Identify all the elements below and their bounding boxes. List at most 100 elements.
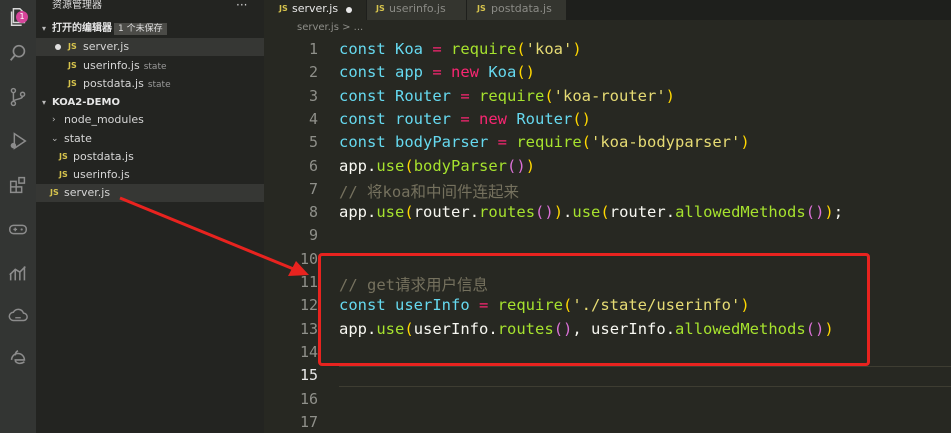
code-token: . (367, 156, 377, 175)
code-token: ) (824, 203, 834, 222)
js-file-icon: JS (376, 4, 385, 13)
gamepad-icon[interactable] (5, 216, 31, 242)
tab-label: postdata.js (491, 2, 552, 15)
chevron-down-icon: ⌄ (51, 134, 59, 144)
code-token: bodyParser (395, 133, 489, 152)
chevron-down-icon: ▾ (42, 24, 47, 33)
code-token: app (395, 63, 423, 82)
file-name: server.js (83, 40, 130, 53)
code-token: ( (600, 203, 610, 222)
code-token: () (572, 109, 591, 128)
open-editor-postdata[interactable]: JS postdata.js state (36, 75, 264, 93)
run-debug-icon[interactable] (5, 128, 31, 154)
line-number: 7 (308, 179, 318, 198)
tab-server-js[interactable]: JS server.js (264, 0, 366, 20)
edge-icon[interactable] (5, 346, 31, 372)
line-number: 9 (308, 226, 318, 245)
project-section[interactable]: ▾ KOA2-DEMO (36, 94, 264, 112)
code-line[interactable]: app.use(bodyParser()) (339, 157, 535, 175)
code-token: = (451, 86, 479, 105)
line-number: 12 (299, 296, 318, 315)
project-label: KOA2-DEMO (52, 97, 120, 108)
line-number: 13 (299, 319, 318, 338)
chevron-right-icon: › (52, 115, 56, 125)
search-icon[interactable] (5, 40, 31, 66)
code-token: new (451, 63, 489, 82)
code-line[interactable]: const app = new Koa() (339, 63, 535, 81)
breadcrumb[interactable]: server.js > ... (297, 22, 363, 33)
code-token: require (479, 86, 545, 105)
code-token: router (395, 109, 451, 128)
js-file-icon: JS (59, 152, 68, 161)
file-name: userinfo.js (83, 59, 140, 72)
code-token: 'koa-bodyparser' (591, 133, 741, 152)
line-number: 2 (308, 63, 318, 82)
code-token: ( (404, 203, 414, 222)
tree-folder-state[interactable]: ⌄ state (36, 130, 264, 148)
code-token: new (479, 109, 517, 128)
extensions-icon[interactable] (5, 172, 31, 198)
js-file-icon: JS (68, 79, 77, 88)
current-line-highlight (339, 366, 951, 387)
tree-file-postdata[interactable]: JS postdata.js (36, 148, 264, 166)
line-number: 4 (308, 109, 318, 128)
js-file-icon: JS (50, 188, 59, 197)
code-token: const (339, 40, 395, 58)
code-token: require (451, 40, 517, 58)
code-line[interactable]: const Router = require('koa-router') (339, 87, 675, 105)
more-actions-icon[interactable]: ··· (236, 0, 247, 12)
js-file-icon: JS (68, 42, 77, 51)
code-token: Router (395, 86, 451, 105)
line-number: 16 (299, 389, 318, 408)
code-token: use (376, 156, 405, 175)
code-line[interactable]: app.use(router.routes()).use(router.allo… (339, 203, 843, 221)
source-control-icon[interactable] (5, 84, 31, 110)
code-token: const (339, 86, 395, 105)
line-number: 14 (299, 342, 318, 361)
code-token: use (376, 203, 405, 222)
code-line[interactable]: const Koa = require('koa') (339, 40, 582, 58)
open-editors-label: 打开的编辑器 (52, 23, 112, 34)
tab-userinfo-js[interactable]: JS userinfo.js (367, 0, 466, 20)
tree-file-userinfo[interactable]: JS userinfo.js (36, 166, 264, 184)
code-token: 'koa' (525, 40, 573, 58)
js-file-icon: JS (59, 170, 68, 179)
file-name: postdata.js (83, 77, 144, 90)
unsaved-dot-icon[interactable] (55, 44, 61, 50)
open-editor-userinfo[interactable]: JS userinfo.js state (36, 57, 264, 75)
code-token: Router (516, 109, 573, 128)
code-token: . (469, 203, 480, 222)
tree-folder-node-modules[interactable]: › node_modules (36, 111, 264, 129)
tab-label: userinfo.js (389, 2, 446, 15)
open-editor-server[interactable]: JS server.js (36, 38, 264, 56)
code-token: = (423, 63, 451, 82)
code-token: ( (581, 133, 591, 152)
line-number: 15 (299, 366, 318, 385)
code-token: = (423, 40, 451, 58)
code-line[interactable]: const router = new Router() (339, 110, 591, 128)
tab-postdata-js[interactable]: JS postdata.js (467, 0, 566, 20)
activity-bar: 1 (0, 0, 36, 433)
chart-icon[interactable] (5, 260, 31, 286)
code-token: 'koa-router' (553, 86, 666, 105)
tree-file-server[interactable]: JS server.js (36, 184, 264, 202)
editor-area: JS server.js JS userinfo.js JS postdata.… (264, 0, 951, 433)
code-token: Koa (395, 40, 423, 58)
code-line[interactable]: // 将koa和中间件连起来 (339, 180, 519, 202)
file-name: postdata.js (73, 150, 134, 163)
unsaved-dot-icon[interactable] (346, 7, 352, 13)
code-token: router (413, 203, 470, 222)
code-token: ) (572, 40, 582, 58)
folder-name: state (64, 132, 92, 145)
cloud-icon[interactable] (5, 302, 31, 328)
folder-name: node_modules (64, 113, 144, 126)
unsaved-badge: 1 个未保存 (114, 23, 167, 35)
code-token: ) (665, 86, 675, 105)
line-number: 10 (299, 249, 318, 268)
open-editors-section[interactable]: ▾ 打开的编辑器 1 个未保存 (36, 20, 264, 38)
code-line[interactable]: const bodyParser = require('koa-bodypars… (339, 133, 750, 151)
line-number: 11 (299, 273, 318, 291)
code-token: app (339, 203, 367, 222)
line-number: 17 (299, 412, 318, 431)
code-token: = (488, 133, 517, 152)
